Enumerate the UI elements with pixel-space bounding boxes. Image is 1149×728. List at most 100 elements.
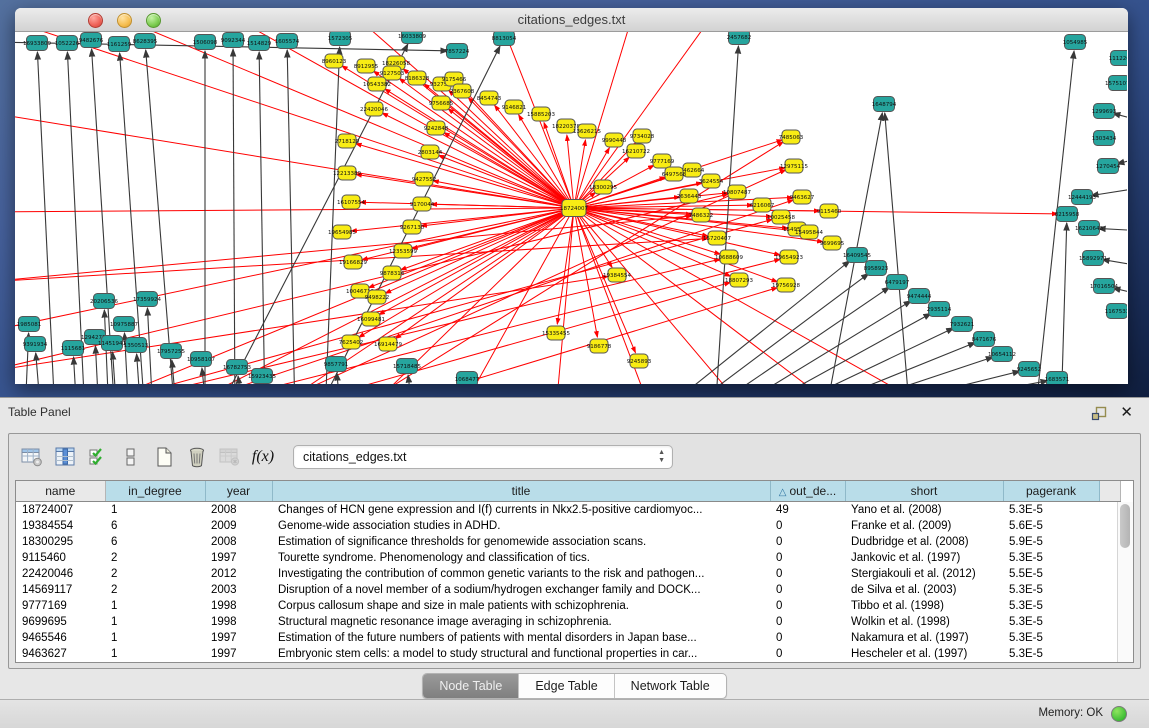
- citation-edge-black[interactable]: [215, 44, 408, 384]
- float-panel-icon[interactable]: [1091, 406, 1107, 422]
- node-attribute-table[interactable]: namein_degreeyeartitle△out_de...shortpag…: [16, 481, 1121, 662]
- citation-edge-black[interactable]: [36, 353, 41, 384]
- citation-edge-black[interactable]: [146, 50, 175, 384]
- table-cell[interactable]: 5.5E-5: [1003, 566, 1099, 582]
- table-cell[interactable]: 9115460: [16, 550, 105, 566]
- table-cell[interactable]: 2008: [205, 534, 272, 550]
- table-cell[interactable]: 5.9E-5: [1003, 534, 1099, 550]
- table-cell[interactable]: 22420046: [16, 566, 105, 582]
- table-select-dropdown[interactable]: citations_edges.txt ▲▼: [293, 445, 673, 469]
- citation-edge-red[interactable]: [15, 208, 574, 212]
- column-header-title[interactable]: title: [272, 481, 770, 502]
- table-cell[interactable]: 0: [770, 566, 845, 582]
- table-cell[interactable]: 9463627: [16, 646, 105, 662]
- table-cell[interactable]: 6: [105, 518, 205, 534]
- table-cell[interactable]: 0: [770, 518, 845, 534]
- citation-edge-black[interactable]: [885, 113, 910, 384]
- table-cell[interactable]: 6: [105, 534, 205, 550]
- table-cell[interactable]: 49: [770, 502, 845, 519]
- table-cell[interactable]: 5.3E-5: [1003, 614, 1099, 630]
- column-header-out_de...[interactable]: △out_de...: [770, 481, 845, 502]
- tab-edge-table[interactable]: Edge Table: [519, 674, 614, 698]
- table-cell[interactable]: 5.3E-5: [1003, 582, 1099, 598]
- table-cell[interactable]: 2003: [205, 582, 272, 598]
- table-cell[interactable]: 1997: [205, 630, 272, 646]
- citation-edge-black[interactable]: [67, 52, 85, 384]
- table-row[interactable]: 946554611997Estimation of the future num…: [16, 630, 1120, 646]
- table-row[interactable]: 1872400712008Changes of HCN gene express…: [16, 502, 1120, 519]
- table-cell[interactable]: Dudbridge et al. (2008): [845, 534, 1003, 550]
- column-header-name[interactable]: name: [16, 481, 105, 502]
- table-cell[interactable]: 1997: [205, 646, 272, 662]
- function-builder-icon[interactable]: f(x): [250, 442, 276, 472]
- citation-edge-black[interactable]: [113, 352, 117, 384]
- citation-edge-black[interactable]: [137, 354, 141, 384]
- table-cell[interactable]: 5.3E-5: [1003, 646, 1099, 662]
- table-cell[interactable]: de Silva et al. (2003): [845, 582, 1003, 598]
- column-visibility-icon[interactable]: [52, 442, 78, 472]
- table-cell[interactable]: 9465546: [16, 630, 105, 646]
- citation-network-graph[interactable]: 1872400712213389161075541965498519166829…: [15, 32, 1127, 384]
- table-cell[interactable]: 0: [770, 534, 845, 550]
- table-cell[interactable]: 1998: [205, 614, 272, 630]
- table-cell[interactable]: Yano et al. (2008): [845, 502, 1003, 519]
- table-cell[interactable]: Tibbo et al. (1998): [845, 598, 1003, 614]
- table-cell[interactable]: 1998: [205, 598, 272, 614]
- tab-node-table[interactable]: Node Table: [423, 674, 519, 698]
- table-cell[interactable]: 18724007: [16, 502, 105, 519]
- table-row[interactable]: 911546021997Tourette syndrome. Phenomeno…: [16, 550, 1120, 566]
- table-cell[interactable]: Wolkin et al. (1998): [845, 614, 1003, 630]
- table-row[interactable]: 977716911998Corpus callosum shape and si…: [16, 598, 1120, 614]
- table-cell[interactable]: 2: [105, 582, 205, 598]
- citation-edge-black[interactable]: [1091, 184, 1127, 196]
- delete-table-icon[interactable]: [217, 442, 243, 472]
- table-cell[interactable]: 5.3E-5: [1003, 550, 1099, 566]
- table-cell[interactable]: 5.3E-5: [1003, 630, 1099, 646]
- table-cell[interactable]: 5.3E-5: [1003, 502, 1099, 519]
- table-cell[interactable]: 5.6E-5: [1003, 518, 1099, 534]
- tab-network-table[interactable]: Network Table: [615, 674, 726, 698]
- citation-edge-black[interactable]: [287, 50, 295, 384]
- table-cell[interactable]: 5.3E-5: [1003, 598, 1099, 614]
- citation-edge-red[interactable]: [15, 276, 608, 372]
- citation-edge-red[interactable]: [412, 208, 574, 249]
- table-cell[interactable]: Stergiakouli et al. (2012): [845, 566, 1003, 582]
- citation-edge-black[interactable]: [259, 52, 265, 384]
- table-cell[interactable]: 9699695: [16, 614, 105, 630]
- table-cell[interactable]: Jankovic et al. (1997): [845, 550, 1003, 566]
- citation-edge-black[interactable]: [95, 346, 99, 384]
- citation-edge-black[interactable]: [74, 357, 77, 384]
- table-cell[interactable]: 18300295: [16, 534, 105, 550]
- table-row[interactable]: 1938455462009Genome-wide association stu…: [16, 518, 1120, 534]
- table-cell[interactable]: Corpus callosum shape and size in male p…: [272, 598, 770, 614]
- table-cell[interactable]: Estimation of significance thresholds fo…: [272, 534, 770, 550]
- memory-status-indicator[interactable]: [1111, 706, 1127, 722]
- table-cell[interactable]: 0: [770, 550, 845, 566]
- scrollbar-thumb[interactable]: [1120, 504, 1130, 548]
- table-cell[interactable]: Genome-wide association studies in ADHD.: [272, 518, 770, 534]
- citation-edge-black[interactable]: [1061, 223, 1067, 384]
- column-header-year[interactable]: year: [205, 481, 272, 502]
- table-cell[interactable]: 0: [770, 630, 845, 646]
- network-graph-canvas[interactable]: 1872400712213389161075541965498519166829…: [15, 32, 1127, 384]
- network-window-titlebar[interactable]: citations_edges.txt: [15, 8, 1128, 32]
- table-cell[interactable]: Embryonic stem cells: a model to study s…: [272, 646, 770, 662]
- table-cell[interactable]: 2: [105, 566, 205, 582]
- table-row[interactable]: 946362711997Embryonic stem cells: a mode…: [16, 646, 1120, 662]
- table-cell[interactable]: Tourette syndrome. Phenomenology and cla…: [272, 550, 770, 566]
- delete-columns-icon[interactable]: [184, 442, 210, 472]
- citation-edge-black[interactable]: [37, 52, 55, 384]
- table-row[interactable]: 2242004622012Investigating the contribut…: [16, 566, 1120, 582]
- table-cell[interactable]: 1: [105, 630, 205, 646]
- table-cell[interactable]: Investigating the contribution of common…: [272, 566, 770, 582]
- table-cell[interactable]: 1: [105, 502, 205, 519]
- table-cell[interactable]: 9777169: [16, 598, 105, 614]
- table-cell[interactable]: 2012: [205, 566, 272, 582]
- citation-edge-black[interactable]: [813, 357, 993, 384]
- table-row[interactable]: 1456911722003Disruption of a novel membe…: [16, 582, 1120, 598]
- table-cell[interactable]: 1: [105, 598, 205, 614]
- table-cell[interactable]: 19384554: [16, 518, 105, 534]
- citation-edge-black[interactable]: [791, 342, 976, 384]
- citation-edge-red[interactable]: [448, 109, 574, 208]
- citation-edge-black[interactable]: [835, 371, 1020, 384]
